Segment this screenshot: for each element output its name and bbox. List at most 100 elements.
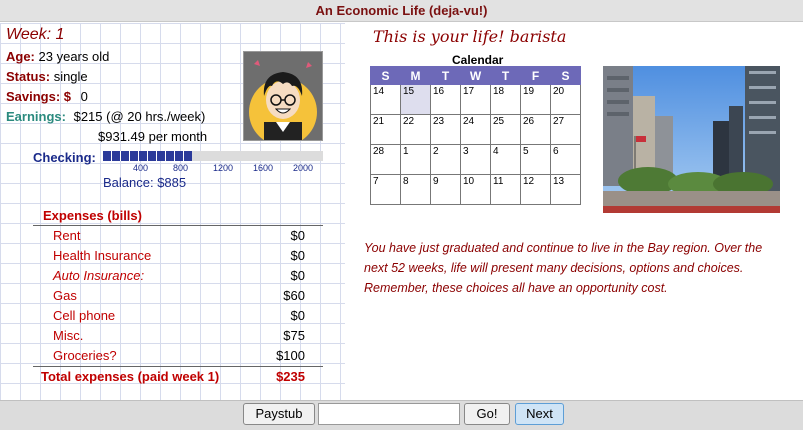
calendar-day: 14 — [370, 84, 401, 115]
calendar-day: 10 — [460, 174, 491, 205]
checking-tick-1600: 1600 — [253, 163, 274, 173]
calendar-header: SMTWTFS — [370, 66, 581, 85]
savings-row: Savings: $ 0 — [6, 89, 88, 104]
command-input[interactable] — [318, 403, 460, 425]
earnings-monthly: $931.49 per month — [98, 129, 208, 144]
calendar-day: 2 — [430, 144, 461, 175]
week-label: Week: 1 — [6, 26, 65, 43]
calendar-day: 16 — [430, 84, 461, 115]
expenses-total-label: Total expenses (paid week 1) — [41, 369, 220, 384]
calendar-week: 14 15 16 17 18 19 20 — [370, 84, 581, 115]
calendar-weekday: M — [400, 66, 431, 85]
calendar-day: 27 — [550, 114, 581, 145]
next-button[interactable]: Next — [515, 403, 564, 425]
calendar-day: 13 — [550, 174, 581, 205]
avatar — [243, 51, 323, 146]
expense-value: $0 — [290, 248, 305, 263]
expense-row: Cell phone $0 — [33, 306, 323, 326]
calendar-day: 15 — [400, 84, 431, 115]
calendar-week: 7 8 9 10 11 12 13 — [370, 174, 581, 205]
calendar-day: 28 — [370, 144, 401, 175]
expense-value: $0 — [290, 308, 305, 323]
checking-tick-800: 800 — [173, 163, 189, 173]
checking-balance-fill — [103, 151, 192, 161]
calendar-body: 14 15 16 17 18 19 20 21 22 23 24 25 26 27 28 1 2 3 4 5 6 7 8 9 1… — [370, 84, 581, 205]
calendar-day: 8 — [400, 174, 431, 205]
earnings-label: Earnings: — [6, 109, 66, 124]
expense-value: $60 — [283, 288, 305, 303]
calendar-day: 11 — [490, 174, 521, 205]
expense-value: $100 — [276, 348, 305, 363]
calendar-day: 20 — [550, 84, 581, 115]
expense-row: Groceries? $100 — [33, 346, 323, 366]
calendar-day: 21 — [370, 114, 401, 145]
age-value: 23 years old — [38, 49, 110, 64]
calendar-day: 22 — [400, 114, 431, 145]
expense-value: $0 — [290, 228, 305, 243]
calendar-day: 25 — [490, 114, 521, 145]
earnings-weekly: $215 (@ 20 hrs./week) — [73, 109, 206, 124]
expense-row: Auto Insurance: $0 — [33, 266, 323, 286]
calendar-day: 5 — [520, 144, 551, 175]
expense-row: Misc. $75 — [33, 326, 323, 346]
calendar-title: Calendar — [452, 53, 504, 67]
checking-tick-1200: 1200 — [213, 163, 234, 173]
age-row: Age: 23 years old — [6, 49, 109, 64]
narrative-text: You have just graduated and continue to … — [364, 241, 763, 295]
calendar-day: 4 — [490, 144, 521, 175]
calendar-day: 17 — [460, 84, 491, 115]
app-title: An Economic Life (deja-vu!) — [0, 0, 803, 22]
calendar-day: 19 — [520, 84, 551, 115]
checking-tick-2000: 2000 — [293, 163, 314, 173]
expense-value: $75 — [283, 328, 305, 343]
calendar-day: 3 — [460, 144, 491, 175]
expenses-table: Rent $0 Health Insurance $0 Auto Insurance: $… — [33, 225, 323, 386]
expense-name: Rent — [53, 228, 81, 243]
calendar-day: 9 — [430, 174, 461, 205]
expenses-total-row: Total expenses (paid week 1) $235 — [33, 366, 323, 386]
expense-name: Cell phone — [53, 308, 116, 323]
checking-balance: Balance: $885 — [103, 175, 187, 190]
calendar-day: 1 — [400, 144, 431, 175]
expense-name: Groceries? — [53, 348, 117, 363]
calendar-weekday: S — [550, 66, 581, 85]
expense-name: Misc. — [53, 328, 84, 343]
expense-name: Auto Insurance: — [53, 268, 145, 283]
paystub-button[interactable]: Paystub — [243, 403, 315, 425]
status-value: single — [53, 69, 88, 84]
city-photo — [603, 66, 780, 213]
avatar-image — [244, 52, 322, 146]
go-button[interactable]: Go! — [464, 403, 510, 425]
calendar-weekday: F — [520, 66, 551, 85]
calendar-week: 21 22 23 24 25 26 27 — [370, 114, 581, 145]
calendar-weekday: S — [370, 66, 401, 85]
calendar-weekday: W — [460, 66, 491, 85]
checking-label: Checking: — [33, 150, 96, 165]
expense-name: Gas — [53, 288, 77, 303]
calendar-day: 12 — [520, 174, 551, 205]
expense-row: Gas $60 — [33, 286, 323, 306]
calendar-day: 23 — [430, 114, 461, 145]
status-panel: Week: 1 Age: 23 years old Status: single… — [0, 23, 345, 400]
expense-row: Rent $0 — [33, 226, 323, 246]
status-row: Status: single — [6, 69, 88, 84]
savings-value: 0 — [80, 89, 88, 104]
expense-value: $0 — [290, 268, 305, 283]
status-label: Status: — [6, 69, 51, 84]
age-label: Age: — [6, 49, 35, 64]
city-photo-image — [603, 66, 780, 213]
calendar-weekday: T — [430, 66, 461, 85]
checking-tick-400: 400 — [133, 163, 149, 173]
expenses-total-value: $235 — [276, 369, 305, 384]
earnings-row: Earnings: $215 (@ 20 hrs./week) — [6, 109, 205, 124]
calendar-day: 7 — [370, 174, 401, 205]
savings-label: Savings: $ — [6, 89, 72, 104]
calendar-day: 6 — [550, 144, 581, 175]
calendar-day: 26 — [520, 114, 551, 145]
expense-row: Health Insurance $0 — [33, 246, 323, 266]
checking-balance-bar — [103, 151, 323, 161]
career-title: This is your life! barista — [373, 27, 567, 46]
calendar-week: 28 1 2 3 4 5 6 — [370, 144, 581, 175]
expenses-title: Expenses (bills) — [43, 208, 142, 223]
calendar-day: 18 — [490, 84, 521, 115]
